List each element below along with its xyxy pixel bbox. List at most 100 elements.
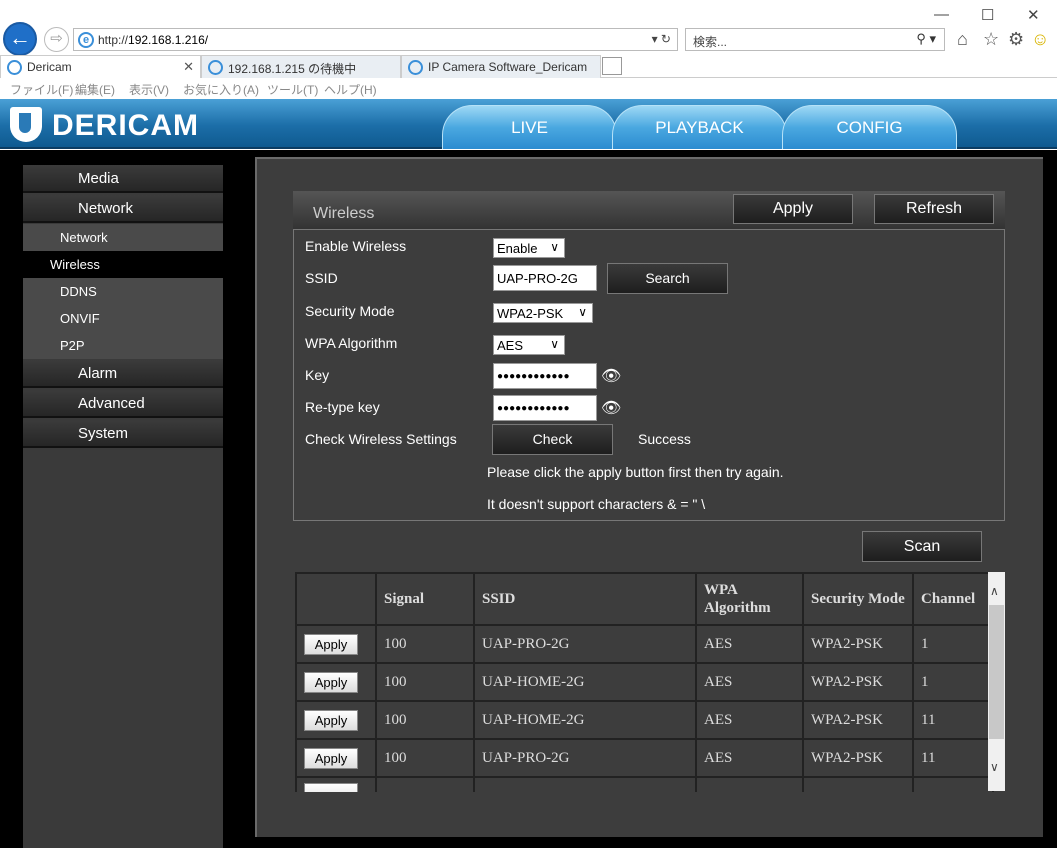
smiley-icon[interactable]: ☺ [1031, 29, 1049, 50]
sidebar-item-network[interactable]: Network [23, 195, 223, 223]
tab-playback[interactable]: PLAYBACK [612, 105, 787, 149]
cell-channel: 11 [912, 738, 994, 778]
sidebar-sub-wireless[interactable]: Wireless [23, 251, 223, 278]
enable-wireless-select[interactable]: Enable ∨ [493, 238, 565, 258]
minimize-icon[interactable]: — [934, 6, 949, 23]
refresh-icon[interactable]: ▾ ↻ [652, 32, 671, 46]
menu-favorites[interactable]: お気に入り(A) [183, 81, 259, 98]
new-tab-button[interactable] [602, 57, 622, 75]
scrollbar-thumb[interactable] [989, 605, 1004, 739]
table-row: Apply 100 UAP-HOME-2G AES WPA2-PSK 1 [295, 662, 994, 702]
sidebar-item-advanced[interactable]: Advanced [23, 390, 223, 418]
check-button[interactable]: Check [492, 424, 613, 455]
sidebar-sub-network[interactable]: Network [23, 224, 223, 251]
cell-ssid: UAP-HOME-2G [473, 700, 697, 740]
security-mode-select[interactable]: WPA2-PSK ∨ [493, 303, 593, 323]
apply-button[interactable]: Apply [733, 194, 853, 224]
app-header: DERICAM LIVE PLAYBACK CONFIG [0, 99, 1057, 149]
wpa-algorithm-select[interactable]: AES ∨ [493, 335, 565, 355]
retype-key-label: Re-type key [305, 399, 380, 415]
close-tab-icon[interactable]: ✕ [183, 59, 194, 75]
header-signal: Signal [375, 572, 475, 626]
cell-mode: WPA2-PSK [802, 662, 914, 702]
retype-key-input[interactable]: ●●●●●●●●●●●● [493, 395, 597, 421]
tab-live[interactable]: LIVE [442, 105, 617, 149]
gear-icon[interactable]: ⚙ [1008, 29, 1024, 50]
maximize-icon[interactable]: ☐ [981, 6, 994, 24]
search-placeholder: 検索... [693, 35, 728, 49]
sidebar-sub-ddns[interactable]: DDNS [23, 278, 223, 305]
chevron-down-icon: ∨ [550, 240, 559, 254]
tab-label: Dericam [27, 60, 72, 74]
ie-icon [408, 60, 423, 75]
key-label: Key [305, 367, 330, 383]
sidebar-item-media[interactable]: Media [23, 165, 223, 193]
main-area: Media Network Network Wireless DDNS ONVI… [0, 150, 1057, 848]
enable-wireless-label: Enable Wireless [305, 238, 407, 254]
row-apply-button-partial[interactable] [304, 783, 358, 792]
wireless-form: Enable Wireless Enable ∨ SSID UAP-PRO-2G … [293, 229, 1005, 521]
content-panel: Wireless Apply Refresh Enable Wireless E… [255, 157, 1043, 837]
header-channel: Channel [912, 572, 994, 626]
cell-signal: 100 [375, 738, 475, 778]
table-row: Apply 100 UAP-HOME-2G AES WPA2-PSK 11 [295, 700, 994, 740]
cell-signal: 100 [375, 624, 475, 664]
menu-edit[interactable]: 編集(E) [75, 81, 115, 98]
ssid-input[interactable]: UAP-PRO-2G [493, 265, 597, 291]
chevron-down-icon[interactable]: ∨ [990, 760, 999, 774]
cell-algo: AES [695, 700, 804, 740]
header-wpa-algorithm: WPA Algorithm [695, 572, 804, 626]
header-security-mode: Security Mode [802, 572, 914, 626]
header-ssid: SSID [473, 572, 697, 626]
tab-waiting[interactable]: 192.168.1.215 の待機中 [201, 55, 401, 78]
menu-help[interactable]: ヘルプ(H) [324, 81, 377, 98]
sidebar-sub-p2p[interactable]: P2P [23, 332, 223, 359]
menu-tools[interactable]: ツール(T) [267, 81, 318, 98]
row-apply-button[interactable]: Apply [304, 747, 358, 769]
back-button[interactable]: ← [3, 22, 37, 56]
cell-algo: AES [695, 624, 804, 664]
home-icon[interactable]: ⌂ [957, 29, 968, 50]
address-bar[interactable]: e http://192.168.1.216/ ▾ ↻ [73, 28, 678, 51]
search-button[interactable]: Search [607, 263, 728, 294]
table-scrollbar[interactable]: ∧ ∨ [988, 572, 1005, 791]
sidebar-sub-onvif[interactable]: ONVIF [23, 305, 223, 332]
table-row: Apply 100 UAP-PRO-2G AES WPA2-PSK 11 [295, 738, 994, 778]
favorites-star-icon[interactable]: ☆ [983, 29, 999, 50]
cell-signal: 100 [375, 662, 475, 702]
ssid-label: SSID [305, 270, 338, 286]
cell-mode: WPA2-PSK [802, 738, 914, 778]
row-apply-button[interactable]: Apply [304, 709, 358, 731]
cell-algo: AES [695, 738, 804, 778]
row-apply-button[interactable]: Apply [304, 671, 358, 693]
tab-dericam[interactable]: Dericam ✕ [0, 55, 201, 78]
key-input[interactable]: ●●●●●●●●●●●● [493, 363, 597, 389]
refresh-button[interactable]: Refresh [874, 194, 994, 224]
sidebar-item-system[interactable]: System [23, 420, 223, 448]
cell-algo: AES [695, 662, 804, 702]
menu-bar: ファイル(F) 編集(E) 表示(V) お気に入り(A) ツール(T) ヘルプ(… [0, 78, 1057, 99]
cell-ssid: UAP-PRO-2G [473, 738, 697, 778]
chevron-down-icon: ∨ [550, 337, 559, 351]
search-box[interactable]: 検索... ⚲ ▾ [685, 28, 945, 51]
eye-icon[interactable]: 👁 [601, 398, 621, 418]
cell-signal: 100 [375, 700, 475, 740]
tab-label: IP Camera Software_Dericam [428, 60, 588, 74]
scan-button[interactable]: Scan [862, 531, 982, 562]
header-apply [295, 572, 377, 626]
eye-icon[interactable]: 👁 [601, 366, 621, 386]
tab-ipcamera[interactable]: IP Camera Software_Dericam [401, 55, 601, 78]
logo-text: DERICAM [52, 109, 199, 142]
sidebar-item-alarm[interactable]: Alarm [23, 360, 223, 388]
menu-view[interactable]: 表示(V) [129, 81, 169, 98]
search-icon[interactable]: ⚲ ▾ [916, 31, 936, 47]
sidebar: Media Network Network Wireless DDNS ONVI… [23, 165, 223, 848]
forward-button[interactable]: ⇨ [44, 27, 69, 52]
tab-config[interactable]: CONFIG [782, 105, 957, 149]
chevron-up-icon[interactable]: ∧ [990, 584, 999, 598]
table-header-row: Signal SSID WPA Algorithm Security Mode … [295, 572, 994, 626]
check-wireless-label: Check Wireless Settings [305, 431, 457, 447]
menu-file[interactable]: ファイル(F) [10, 81, 73, 98]
row-apply-button[interactable]: Apply [304, 633, 358, 655]
close-icon[interactable]: ✕ [1027, 6, 1040, 24]
